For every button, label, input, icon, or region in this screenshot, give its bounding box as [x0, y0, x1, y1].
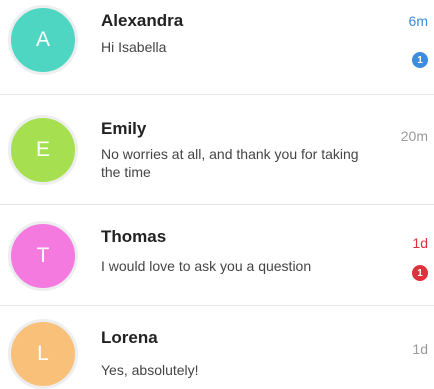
message-preview: Hi Isabella — [101, 39, 167, 55]
avatar: L — [8, 319, 78, 389]
conversation-list: A Alexandra Hi Isabella 6m 1 E Emily No … — [0, 0, 434, 389]
conversation-row-lorena[interactable]: L Lorena Yes, absolutely! 1d — [0, 306, 434, 389]
unread-badge: 1 — [412, 265, 428, 281]
contact-name: Thomas — [101, 227, 167, 246]
avatar: A — [8, 5, 78, 75]
avatar: E — [8, 115, 78, 185]
unread-badge: 1 — [412, 52, 428, 68]
contact-name: Emily — [101, 119, 147, 138]
timestamp: 1d — [412, 341, 428, 357]
message-preview: I would love to ask you a question — [101, 258, 312, 274]
contact-name: Alexandra — [101, 11, 184, 30]
conversation-row-emily[interactable]: E Emily No worries at all, and thank you… — [0, 95, 434, 204]
conversation-row-thomas[interactable]: T Thomas I would love to ask you a quest… — [0, 205, 434, 305]
contact-name: Lorena — [101, 328, 158, 347]
timestamp: 1d — [412, 235, 428, 251]
message-preview: Yes, absolutely! — [101, 362, 199, 378]
conversation-row-alexandra[interactable]: A Alexandra Hi Isabella 6m 1 — [0, 0, 434, 94]
message-preview: No worries at all, and thank you for tak… — [101, 146, 359, 180]
timestamp: 20m — [400, 128, 428, 144]
avatar: T — [8, 221, 78, 291]
timestamp: 6m — [408, 13, 428, 29]
